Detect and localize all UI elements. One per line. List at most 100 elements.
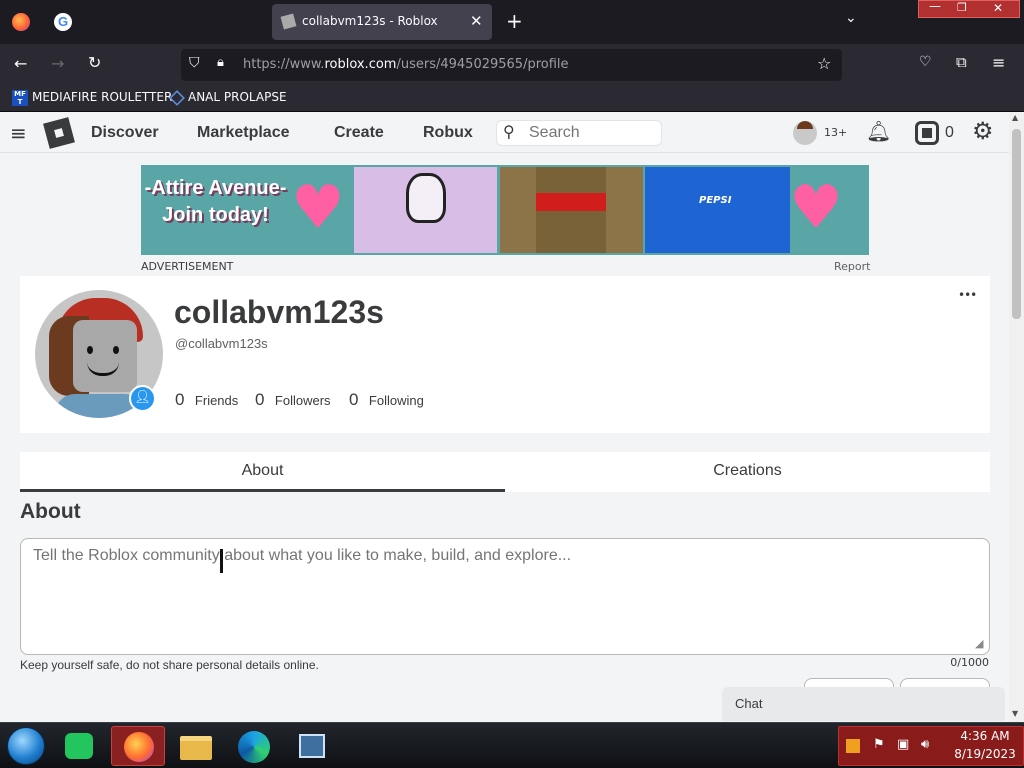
heart-icon: ♥ bbox=[291, 173, 345, 243]
menu-icon[interactable]: ≡ bbox=[992, 53, 1005, 72]
followers-label: Followers bbox=[274, 393, 331, 408]
friends-label: Friends bbox=[194, 393, 239, 408]
nav-discover[interactable]: Discover bbox=[91, 124, 159, 142]
close-tab-icon[interactable]: ✕ bbox=[470, 12, 483, 30]
heart-icon: ♥ bbox=[789, 173, 843, 243]
friends-count: 0 bbox=[175, 390, 185, 409]
age-badge: 13+ bbox=[824, 126, 848, 139]
pepsi-shirt-image: PEPSI bbox=[645, 167, 790, 253]
about-textarea-container: ◢ bbox=[20, 538, 990, 655]
installer-icon bbox=[299, 734, 325, 758]
shield-icon[interactable]: ⛉ bbox=[189, 55, 200, 71]
lock-icon[interactable]: 🔒︎ bbox=[217, 55, 224, 70]
brown-shirt-image bbox=[500, 167, 643, 253]
report-ad-link[interactable]: Report bbox=[834, 260, 870, 273]
tab-title: collabvm123s - Roblox bbox=[302, 14, 438, 28]
browser-tab-bar: G collabvm123s - Roblox ✕ + ⌄ — ❐ ✕ bbox=[0, 0, 1024, 44]
text-cursor-icon bbox=[220, 549, 223, 573]
back-icon[interactable]: ← bbox=[14, 54, 27, 73]
notifications-bell-icon[interactable]: 🔔︎ bbox=[866, 119, 891, 143]
mediafire-bookmark-icon: MF T bbox=[12, 90, 28, 106]
followers-stat[interactable]: 0 Followers bbox=[255, 390, 331, 410]
display-name: collabvm123s bbox=[174, 294, 384, 330]
search-input[interactable] bbox=[529, 124, 657, 142]
nav-create[interactable]: Create bbox=[334, 124, 384, 142]
windows-taskbar: ⚑ ▣ 🔊︎ 4:36 AM 8/19/2023 bbox=[0, 722, 1024, 768]
tab-roblox-profile[interactable]: collabvm123s - Roblox ✕ bbox=[272, 4, 492, 40]
tab-about[interactable]: About bbox=[20, 452, 505, 492]
forward-icon[interactable]: → bbox=[51, 54, 64, 73]
scroll-up-icon[interactable]: ▲ bbox=[1012, 113, 1018, 122]
clock-date[interactable]: 8/19/2023 bbox=[949, 747, 1021, 761]
robux-count: 0 bbox=[945, 124, 954, 141]
bookmark-star-icon[interactable]: ☆ bbox=[817, 54, 831, 73]
list-tabs-icon[interactable]: ⌄ bbox=[845, 10, 857, 26]
new-tab-icon[interactable]: + bbox=[506, 9, 523, 33]
firefox-view-icon[interactable] bbox=[12, 13, 30, 31]
resize-handle-icon[interactable]: ◢ bbox=[975, 637, 983, 650]
advertisement-label: ADVERTISEMENT bbox=[141, 260, 234, 273]
settings-gear-icon[interactable]: ⚙ bbox=[972, 117, 994, 145]
nav-marketplace[interactable]: Marketplace bbox=[197, 124, 290, 142]
volume-icon[interactable]: 🔊︎ bbox=[921, 737, 929, 752]
ad-headline: -Attire Avenue- Join today! bbox=[144, 177, 287, 226]
address-bar[interactable]: ⛉ 🔒︎ https://www.roblox.com/users/494502… bbox=[181, 49, 842, 81]
search-icon: ⚲ bbox=[503, 122, 515, 141]
action-center-flag-icon[interactable]: ⚑ bbox=[873, 737, 885, 752]
bookmark-mediafire[interactable]: MEDIAFIRE ROULETTER bbox=[32, 90, 172, 104]
taskbar-edge[interactable] bbox=[227, 726, 281, 766]
chat-label: Chat bbox=[735, 696, 763, 711]
start-button[interactable] bbox=[7, 727, 45, 765]
scroll-down-icon[interactable]: ▼ bbox=[1012, 709, 1018, 718]
notes-icon bbox=[65, 733, 93, 759]
more-options-icon[interactable]: ••• bbox=[958, 288, 977, 302]
profile-tabs: About Creations bbox=[20, 452, 990, 492]
tab-creations[interactable]: Creations bbox=[505, 452, 990, 492]
close-window-icon[interactable]: ✕ bbox=[993, 1, 1003, 15]
system-tray: ⚑ ▣ 🔊︎ 4:36 AM 8/19/2023 bbox=[838, 726, 1024, 766]
online-status-user-icon: 👤︎ bbox=[129, 385, 156, 412]
page-scrollbar[interactable]: ▲ ▼ bbox=[1009, 113, 1024, 722]
google-tab-icon[interactable]: G bbox=[54, 13, 72, 31]
taskbar-file-explorer[interactable] bbox=[169, 726, 223, 766]
url-text[interactable]: https://www.roblox.com/users/4945029565/… bbox=[243, 57, 569, 72]
edge-icon bbox=[238, 731, 270, 763]
roblox-favicon-icon bbox=[280, 13, 297, 30]
restore-icon[interactable]: ❐ bbox=[957, 1, 967, 14]
about-textarea[interactable] bbox=[21, 539, 989, 654]
username: @collabvm123s bbox=[175, 336, 268, 351]
search-box[interactable]: ⚲ bbox=[496, 120, 662, 146]
followers-count: 0 bbox=[255, 390, 265, 409]
safety-notice: Keep yourself safe, do not share persona… bbox=[20, 658, 319, 672]
friends-stat[interactable]: 0 Friends bbox=[175, 390, 238, 410]
clock-time[interactable]: 4:36 AM bbox=[953, 729, 1017, 743]
taskbar-firefox[interactable] bbox=[111, 726, 165, 766]
roblox-logo-icon[interactable] bbox=[43, 117, 75, 149]
following-count: 0 bbox=[349, 390, 359, 409]
kuromi-shirt-image bbox=[354, 167, 497, 253]
tray-app-icon[interactable] bbox=[846, 739, 860, 753]
advertisement-banner[interactable]: -Attire Avenue- Join today! ♥ PEPSI ♥ bbox=[141, 165, 869, 255]
taskbar-installer[interactable] bbox=[285, 726, 339, 766]
robux-icon[interactable] bbox=[915, 121, 939, 145]
following-stat[interactable]: 0 Following bbox=[349, 390, 424, 410]
browser-toolbar: ← → ↻ ⛉ 🔒︎ https://www.roblox.com/users/… bbox=[0, 44, 1024, 86]
taskbar-notes-app[interactable] bbox=[52, 726, 106, 766]
avatar-thumbnail[interactable] bbox=[793, 121, 817, 145]
about-heading: About bbox=[20, 500, 81, 523]
nav-robux[interactable]: Robux bbox=[423, 124, 473, 142]
scrollbar-thumb[interactable] bbox=[1012, 129, 1021, 319]
extensions-icon[interactable]: ⧉ bbox=[956, 53, 967, 71]
pocket-icon[interactable]: ♡ bbox=[919, 54, 932, 70]
minimize-icon[interactable]: — bbox=[929, 0, 941, 13]
bookmark-anal-prolapse[interactable]: ANAL PROLAPSE bbox=[188, 90, 287, 104]
network-icon[interactable]: ▣ bbox=[897, 737, 909, 752]
chat-bar[interactable]: Chat bbox=[722, 687, 1005, 721]
reload-icon[interactable]: ↻ bbox=[88, 53, 101, 72]
firefox-icon bbox=[124, 732, 154, 762]
hamburger-menu-icon[interactable]: ≡ bbox=[10, 121, 27, 145]
folder-icon bbox=[180, 736, 212, 760]
bookmarks-bar: MF T MEDIAFIRE ROULETTER ANAL PROLAPSE bbox=[0, 86, 1024, 112]
roblox-navbar: ≡ Discover Marketplace Create Robux ⚲ 13… bbox=[0, 113, 1009, 153]
window-controls: — ❐ ✕ bbox=[918, 0, 1020, 18]
